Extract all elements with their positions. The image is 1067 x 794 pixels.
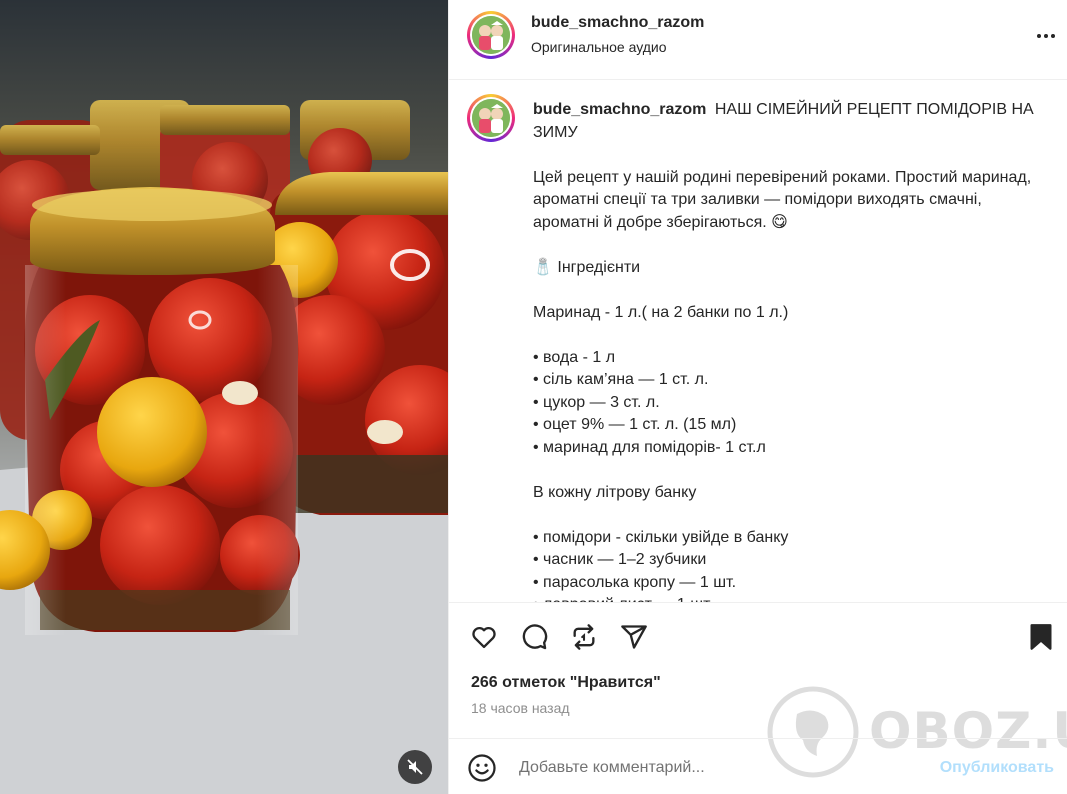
- action-bar: [449, 620, 1067, 660]
- more-options-button[interactable]: [1034, 24, 1058, 48]
- send-icon: [621, 625, 647, 649]
- comment-bar: Опубликовать: [449, 738, 1067, 794]
- caption-line: • помідори - скільки увійде в банку: [533, 528, 789, 546]
- comment-input[interactable]: [519, 754, 919, 782]
- username[interactable]: bude_smachno_razom: [531, 14, 704, 32]
- emoji-button[interactable]: [467, 753, 497, 783]
- caption-line: Маринад - 1 л.( на 2 банки по 1 л.): [533, 303, 789, 321]
- repost-icon: [573, 624, 595, 650]
- more-horizontal-icon: [1037, 34, 1041, 38]
- like-count[interactable]: 266 отметок "Нравится": [471, 674, 661, 692]
- caption-avatar[interactable]: [467, 94, 515, 142]
- caption-line: [533, 324, 1038, 347]
- caption-line: • парасолька кропу — 1 шт.: [533, 573, 737, 591]
- caption-line: • вода - 1 л: [533, 348, 616, 366]
- post-header: bude_smachno_razom Оригинальное аудио: [449, 0, 1067, 80]
- publish-button[interactable]: Опубликовать: [940, 759, 1054, 777]
- caption-line: • часник — 1–2 зубчики: [533, 551, 707, 568]
- caption-line: • цукор — 3 ст. л.: [533, 393, 660, 411]
- avatar-image: [472, 99, 510, 137]
- post-timestamp[interactable]: 18 часов назад: [471, 700, 570, 716]
- like-button[interactable]: [467, 620, 501, 654]
- mute-button[interactable]: [398, 750, 432, 784]
- avatar-image: [472, 16, 510, 54]
- caption-line: • маринад для помідорів- 1 ст.л: [533, 438, 766, 456]
- save-button[interactable]: [1024, 620, 1058, 654]
- post-media[interactable]: [0, 0, 448, 794]
- caption-line: [533, 504, 1038, 527]
- comment-button[interactable]: [517, 620, 551, 654]
- avatar[interactable]: [467, 11, 515, 59]
- caption-line: [533, 279, 1038, 302]
- speaker-muted-icon: [407, 759, 423, 775]
- caption-line: [533, 144, 1038, 167]
- repost-button[interactable]: [567, 620, 601, 654]
- tomato-jars-photo: [0, 0, 448, 794]
- caption-line: [533, 234, 1038, 257]
- emoji-smile-icon: [468, 754, 496, 782]
- caption-line: • оцет 9% — 1 ст. л. (15 мл): [533, 416, 737, 433]
- heart-icon: [472, 626, 496, 649]
- caption-section: bude_smachno_razom НАШ СІМЕЙНИЙ РЕЦЕПТ П…: [449, 81, 1067, 603]
- caption-line: В кожну літрову банку: [533, 483, 697, 501]
- caption-line: [533, 459, 1038, 482]
- caption-text: bude_smachno_razom НАШ СІМЕЙНИЙ РЕЦЕПТ П…: [533, 99, 1038, 602]
- caption-line: • сіль кам’яна — 1 ст. л.: [533, 371, 709, 388]
- post-details-panel: bude_smachno_razom Оригинальное аудио bu…: [448, 0, 1067, 794]
- share-button[interactable]: [617, 620, 651, 654]
- bookmark-filled-icon: [1030, 624, 1052, 650]
- caption-line: 🧂 Інгредієнти: [533, 258, 641, 276]
- caption-line: Цей рецепт у нашій родині перевірений ро…: [533, 168, 1032, 231]
- caption-line: • лавровий лист — 1 шт.: [533, 594, 1038, 602]
- audio-label[interactable]: Оригинальное аудио: [531, 39, 667, 55]
- comment-icon: [522, 624, 548, 650]
- caption-username[interactable]: bude_smachno_razom: [533, 101, 706, 118]
